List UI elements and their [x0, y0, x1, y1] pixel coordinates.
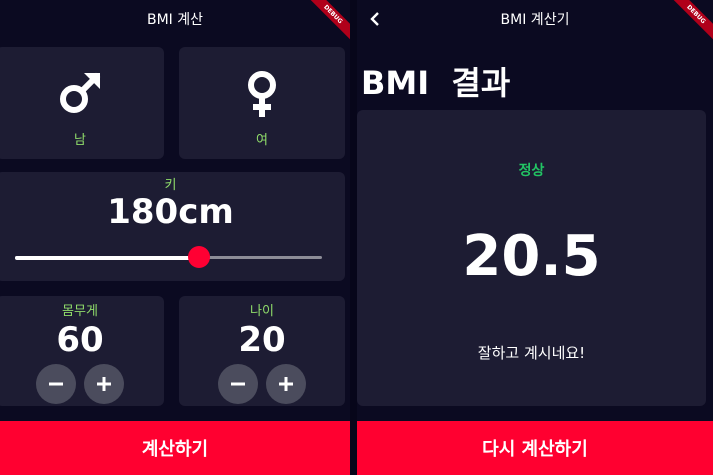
chevron-left-icon — [370, 12, 379, 26]
female-symbol-icon — [248, 71, 276, 117]
minus-icon — [49, 382, 63, 386]
weight-minus-button[interactable] — [36, 364, 76, 404]
gender-label-male: 남 — [74, 133, 86, 148]
weight-value: 60 — [56, 320, 104, 360]
plus-icon — [97, 377, 111, 391]
debug-banner: DEBUG — [671, 0, 713, 42]
age-value: 20 — [238, 320, 286, 360]
slider-active-track — [15, 255, 200, 260]
app-title: BMI 계산 — [146, 12, 204, 28]
age-minus-button[interactable] — [218, 364, 258, 404]
screen-divider — [350, 0, 357, 475]
height-value: 180cm — [107, 192, 234, 232]
app-bar: BMI 계산기 — [357, 0, 713, 38]
height-card: 키 180cm — [0, 172, 345, 281]
age-plus-button[interactable] — [266, 364, 306, 404]
plus-icon — [279, 377, 293, 391]
input-screen: BMI 계산 DEBUG 남 여 키 180cm 몸무게 60 나이 20 계산… — [0, 0, 350, 475]
weight-plus-button[interactable] — [84, 364, 124, 404]
recalculate-button[interactable]: 다시 계산하기 — [357, 421, 713, 475]
height-label: 키 — [164, 178, 177, 193]
slider-thumb[interactable] — [188, 246, 211, 268]
result-heading: BMI 결과 — [361, 64, 511, 102]
weight-label: 몸무게 — [62, 304, 98, 319]
bmi-message: 잘하고 계시네요! — [477, 344, 586, 362]
recalculate-button-label: 다시 계산하기 — [482, 439, 588, 460]
calculate-button[interactable]: 계산하기 — [0, 421, 350, 475]
gender-card-female[interactable]: 여 — [179, 47, 345, 159]
result-screen: BMI 계산기 DEBUG BMI 결과 정상 20.5 잘하고 계시네요! 다… — [357, 0, 713, 475]
debug-banner-label: DEBUG — [671, 0, 713, 42]
minus-icon — [231, 382, 245, 386]
gender-label-female: 여 — [256, 133, 268, 148]
male-symbol-icon — [60, 72, 101, 113]
age-card: 나이 20 — [179, 296, 345, 406]
bmi-status: 정상 — [518, 163, 545, 179]
weight-card: 몸무게 60 — [0, 296, 164, 406]
bmi-value: 20.5 — [462, 224, 601, 289]
height-slider[interactable] — [15, 246, 322, 268]
app-bar: BMI 계산 — [0, 0, 350, 38]
app-title: BMI 계산기 — [500, 12, 570, 28]
debug-banner-label: DEBUG — [308, 0, 350, 42]
back-button[interactable] — [361, 4, 389, 34]
result-card: 정상 20.5 잘하고 계시네요! — [357, 110, 706, 406]
calculate-button-label: 계산하기 — [141, 439, 209, 460]
gender-card-male[interactable]: 남 — [0, 47, 164, 159]
debug-banner: DEBUG — [308, 0, 350, 42]
age-label: 나이 — [250, 304, 274, 319]
